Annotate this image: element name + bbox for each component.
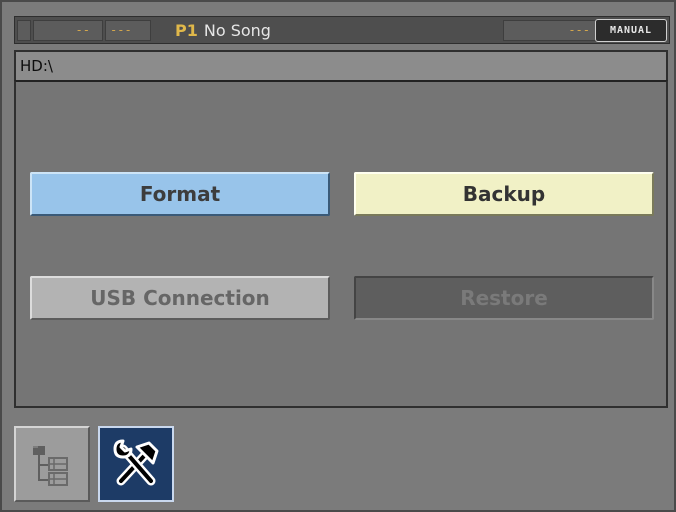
manual-mode-button[interactable]: MANUAL [595, 19, 667, 42]
main-panel: Format Backup USB Connection Restore [14, 80, 668, 408]
format-button[interactable]: Format [30, 172, 330, 216]
song-display: P1 No Song [175, 20, 503, 41]
program-number: P1 [175, 21, 198, 40]
path-bar: HD:\ [14, 50, 668, 80]
status-segment-4: --- [503, 20, 597, 41]
window-frame: -- --- P1 No Song --- MANUAL HD:\ Format … [0, 0, 676, 512]
status-segment-1 [17, 20, 31, 41]
song-name: No Song [203, 21, 271, 40]
tools-icon [113, 439, 159, 486]
restore-button[interactable]: Restore [354, 276, 654, 320]
usb-connection-button[interactable]: USB Connection [30, 276, 330, 320]
backup-button[interactable]: Backup [354, 172, 654, 216]
status-segment-2: -- [33, 20, 103, 41]
file-browser-icon [33, 446, 68, 486]
status-segment-3: --- [105, 20, 151, 41]
tab-utility[interactable] [98, 426, 174, 502]
status-bar: -- --- P1 No Song --- MANUAL [14, 16, 670, 44]
tab-file-browser[interactable] [14, 426, 90, 502]
